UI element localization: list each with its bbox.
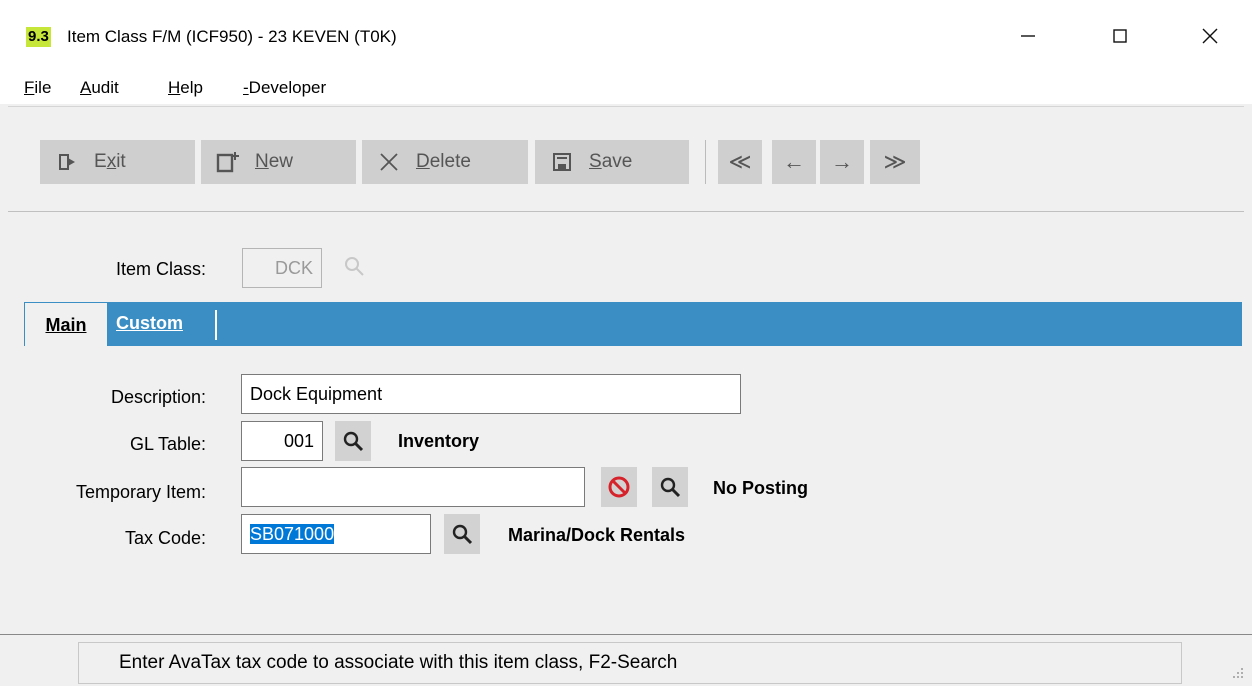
gl-table-field[interactable]: 001: [241, 421, 323, 461]
tax-code-description: Marina/Dock Rentals: [508, 525, 686, 545]
description-field[interactable]: Dock Equipment: [241, 374, 741, 414]
minimize-icon: [1021, 35, 1035, 37]
exit-icon: [54, 149, 80, 175]
new-label: New: [255, 151, 294, 172]
search-icon: [452, 524, 473, 545]
save-button[interactable]: Save: [535, 140, 689, 184]
delete-button[interactable]: Delete: [362, 140, 528, 184]
temporary-item-field[interactable]: [241, 467, 585, 507]
minimize-button[interactable]: [1008, 18, 1048, 54]
app-version-badge: 9.3: [26, 27, 51, 47]
tax-code-field[interactable]: SB071000: [241, 514, 431, 554]
menu-file-hotkey: F: [24, 78, 35, 97]
gl-table-label: GL Table:: [129, 434, 206, 454]
tab-custom-label: ustom: [129, 313, 183, 333]
first-record-button[interactable]: ≪: [718, 140, 762, 184]
search-icon: [660, 477, 681, 498]
close-icon: [1202, 28, 1218, 44]
close-button[interactable]: [1190, 18, 1230, 54]
save-disk-icon: [549, 149, 575, 175]
menu-audit-label: udit: [91, 78, 119, 97]
menu-file-label: ile: [34, 78, 52, 97]
menu-audit[interactable]: Audit: [80, 78, 119, 98]
first-record-icon: ≪: [728, 149, 752, 174]
resize-grip-icon[interactable]: [1230, 665, 1244, 679]
gl-table-description: Inventory: [398, 431, 480, 451]
tab-main[interactable]: Main: [25, 303, 107, 348]
menu-developer-label: Developer: [248, 78, 327, 97]
search-icon: [343, 431, 364, 452]
tax-code-label: Tax Code:: [124, 528, 206, 548]
temporary-item-description: No Posting: [713, 478, 808, 498]
item-class-field: DCK: [242, 248, 322, 288]
last-record-button[interactable]: ≫: [870, 140, 920, 184]
item-class-lookup-button: [337, 248, 371, 286]
exit-button[interactable]: Exit: [40, 140, 195, 184]
no-entry-icon: [608, 476, 630, 498]
description-label: Description:: [110, 387, 206, 407]
temporary-item-clear-button[interactable]: [601, 467, 637, 507]
window-title: Item Class F/M (ICF950) - 23 KEVEN (T0K): [67, 27, 397, 46]
tab-strip: [24, 302, 1242, 346]
title-bar: 9.3 Item Class F/M (ICF950) - 23 KEVEN (…: [0, 0, 1252, 72]
menu-bar: File Audit Help -Developer: [0, 72, 1252, 104]
tab-custom-hotkey: C: [116, 313, 129, 333]
new-document-icon: [215, 149, 241, 175]
tax-code-value: SB071000: [250, 524, 335, 544]
menu-help-hotkey: H: [168, 78, 181, 97]
next-record-button[interactable]: →: [820, 140, 864, 184]
next-record-icon: →: [831, 149, 853, 174]
toolbar-separator: [705, 140, 706, 184]
previous-record-button[interactable]: ←: [772, 140, 816, 184]
temporary-item-label: Temporary Item:: [75, 482, 206, 502]
gl-table-lookup-button[interactable]: [335, 421, 371, 461]
exit-label: Exit: [94, 151, 126, 172]
tax-code-lookup-button[interactable]: [444, 514, 480, 554]
menu-help[interactable]: Help: [168, 78, 203, 98]
menu-file[interactable]: File: [24, 78, 51, 98]
tab-custom[interactable]: Custom: [116, 303, 183, 343]
last-record-icon: ≫: [883, 149, 907, 174]
menu-audit-hotkey: A: [80, 78, 92, 97]
delete-x-icon: [376, 149, 402, 175]
lookup-disabled-icon: [345, 257, 364, 276]
previous-record-icon: ←: [783, 149, 805, 174]
status-message: Enter AvaTax tax code to associate with …: [78, 642, 1182, 684]
menu-developer[interactable]: -Developer: [243, 78, 326, 98]
save-label: Save: [589, 151, 633, 172]
maximize-button[interactable]: [1100, 18, 1140, 54]
temporary-item-lookup-button[interactable]: [652, 467, 688, 507]
new-button[interactable]: New: [201, 140, 356, 184]
menu-help-label: elp: [180, 78, 203, 97]
tab-divider: [215, 310, 217, 340]
tab-main-label: Main: [45, 315, 87, 335]
maximize-icon: [1113, 29, 1127, 43]
delete-label: Delete: [416, 151, 471, 172]
item-class-label: Item Class:: [115, 259, 206, 279]
